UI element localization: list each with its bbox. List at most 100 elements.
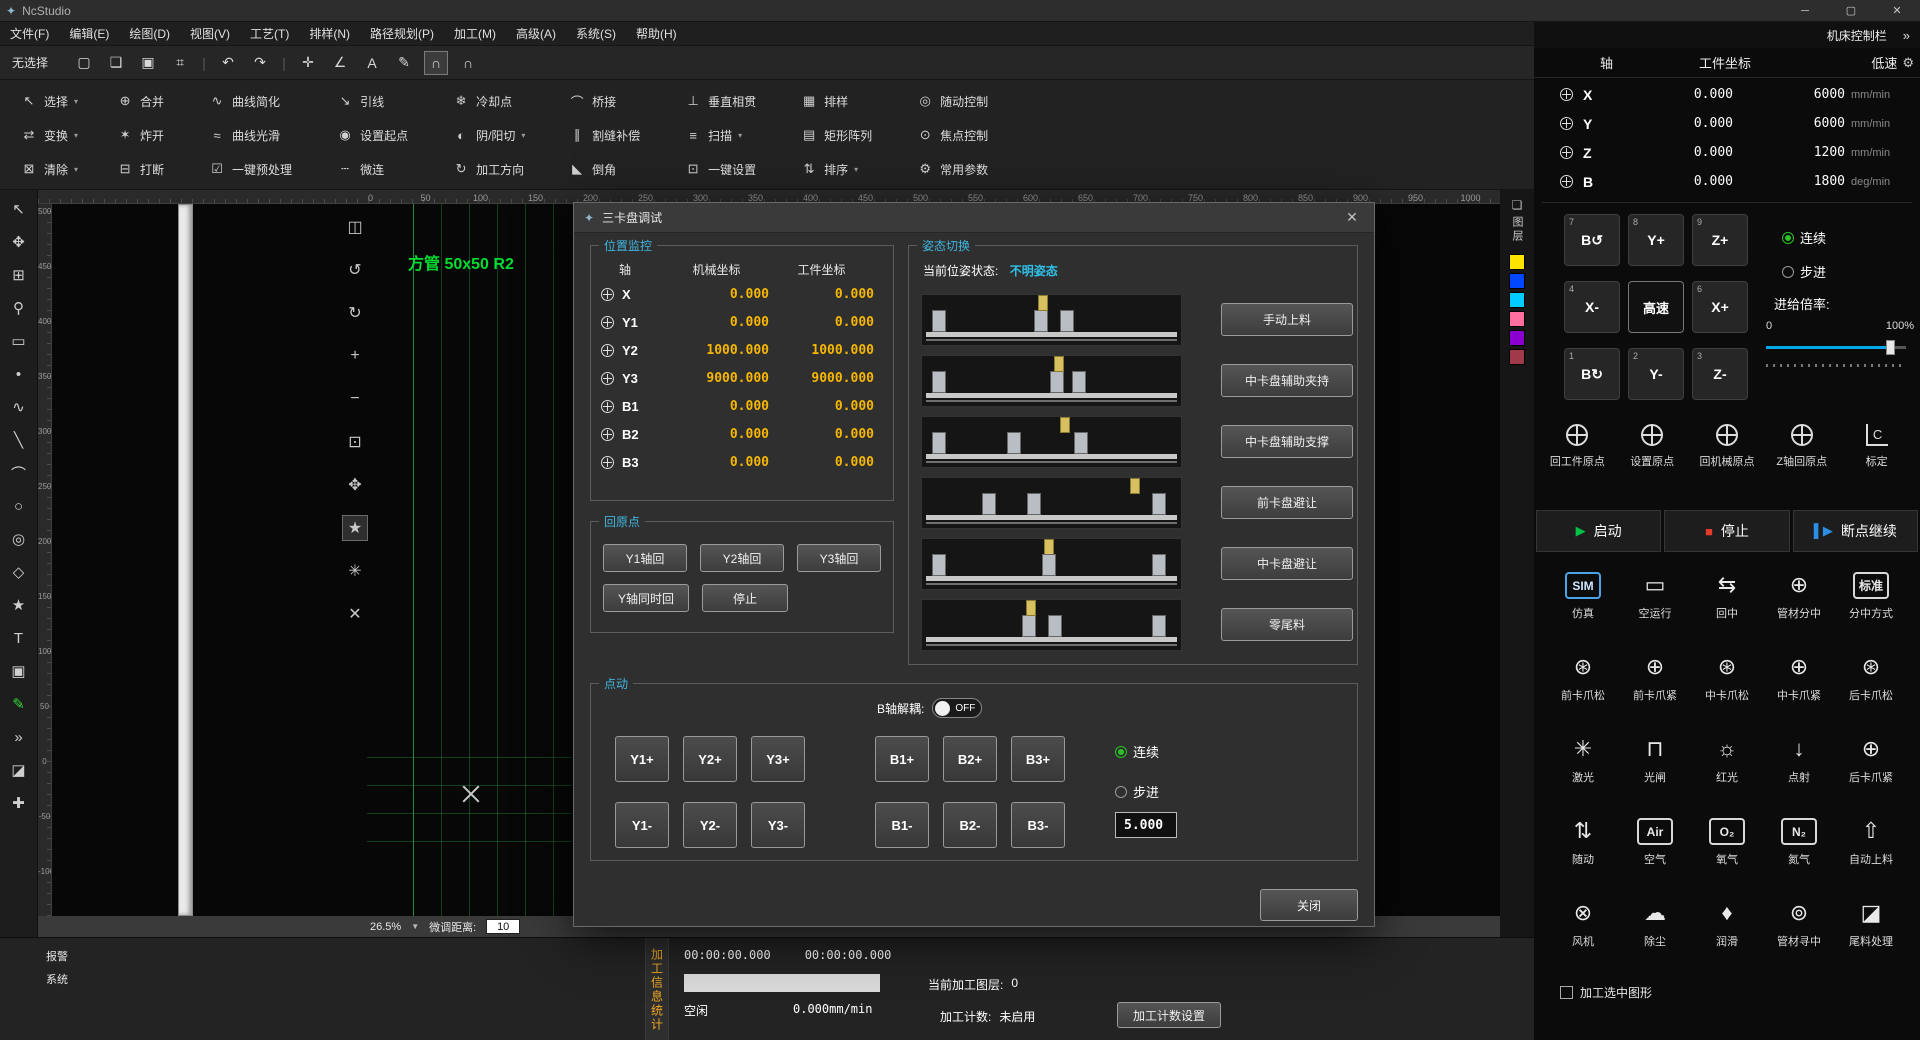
jog-x-minus-button[interactable]: 4 X- [1564, 281, 1620, 333]
simulate-button[interactable]: SIM 仿真 [1547, 560, 1619, 642]
jog-x-plus-button[interactable]: 6 X+ [1692, 281, 1748, 333]
auto-load-button[interactable]: ⇧ 自动上料 [1835, 806, 1907, 888]
measure-angle-icon[interactable]: ∠ [328, 51, 352, 75]
arc-tool-icon[interactable]: ∩ [456, 51, 480, 75]
zoom-in-icon[interactable]: + [342, 343, 368, 369]
lead-line[interactable]: ↘ 引线 [332, 84, 418, 118]
separator[interactable]: | [200, 51, 208, 75]
layer-swatch[interactable] [1509, 292, 1525, 308]
tube-centering-button[interactable]: ⊕ 管材分中 [1763, 560, 1835, 642]
tube-find-center-button[interactable]: ⊚ 管材寻中 [1763, 888, 1835, 970]
redo-icon[interactable]: ↷ [248, 51, 272, 75]
fit-view-icon[interactable]: ⊡ [342, 429, 368, 455]
point-tool-icon[interactable]: • [4, 359, 34, 389]
dialog-titlebar[interactable]: ✦ 三卡盘调试 ✕ [574, 203, 1374, 233]
step-distance-input[interactable]: 5.000 [1115, 812, 1177, 838]
layer-swatch[interactable] [1509, 349, 1525, 365]
mid-jaw-loose-button[interactable]: ⊛ 中卡爪松 [1691, 642, 1763, 724]
bridge[interactable]: ⌒ 桥接 [564, 84, 650, 118]
jog-highspeed-button[interactable]: 高速 [1628, 281, 1684, 333]
maximize-button[interactable]: ▢ [1828, 0, 1874, 22]
menu-item[interactable]: 文件(F) [0, 22, 59, 46]
air-button[interactable]: Air 空气 [1619, 806, 1691, 888]
text-tool-icon[interactable]: T [4, 623, 34, 653]
rotate-ccw-icon[interactable]: ↺ [342, 257, 368, 283]
dialog-jog-button[interactable]: B2+ [943, 736, 997, 782]
menu-item[interactable]: 排样(N) [299, 22, 360, 46]
menu-item[interactable]: 路径规划(P) [360, 22, 444, 46]
close-button[interactable]: ✕ [1874, 0, 1920, 22]
calibrate-button[interactable]: C 标定 [1839, 424, 1914, 469]
start-button[interactable]: ▶ 启动 [1536, 510, 1661, 552]
import-icon[interactable]: ⌗ [168, 51, 192, 75]
radio-icon[interactable] [1115, 746, 1127, 758]
menu-item[interactable]: 高级(A) [506, 22, 566, 46]
front-jaw-loose-button[interactable]: ⊛ 前卡爪松 [1547, 642, 1619, 724]
cooling-point[interactable]: ❄ 冷却点 [448, 84, 534, 118]
yin-yang-cut[interactable]: ◐ 阴/阳切 ▾ [448, 118, 534, 152]
jog-z-plus-button[interactable]: 9 Z+ [1692, 214, 1748, 266]
stop-button[interactable]: ■ 停止 [1664, 510, 1789, 552]
transform[interactable]: ⇄ 变换 ▾ [16, 118, 82, 152]
slider-handle[interactable] [1886, 340, 1895, 355]
jog-b-cw-button[interactable]: 1 B↻ [1564, 348, 1620, 400]
homing-button[interactable]: Y1轴回 [603, 544, 687, 572]
dialog-mode-step-radio[interactable]: 步进 [1115, 782, 1159, 801]
speed-mode[interactable]: 低速 ⚙ [1871, 53, 1914, 72]
rear-jaw-tight-button[interactable]: ⊕ 后卡爪紧 [1835, 724, 1907, 806]
menu-item[interactable]: 绘图(D) [119, 22, 180, 46]
explode[interactable]: ✶ 炸开 [112, 118, 174, 152]
nitrogen-button[interactable]: N₂ 氮气 [1763, 806, 1835, 888]
one-key-preprocess[interactable]: ☑ 一键预处理 [204, 152, 302, 186]
front-jaw-tight-button[interactable]: ⊕ 前卡爪紧 [1619, 642, 1691, 724]
tail-handling-button[interactable]: ◪ 尾料处理 [1835, 888, 1907, 970]
mode-continuous-radio[interactable]: 连续 [1782, 228, 1826, 247]
layer-swatch[interactable] [1509, 273, 1525, 289]
dialog-jog-button[interactable]: Y1+ [615, 736, 669, 782]
lubricate-button[interactable]: ♦ 润滑 [1691, 888, 1763, 970]
undo-icon[interactable]: ↶ [216, 51, 240, 75]
dialog-jog-button[interactable]: Y2+ [683, 736, 737, 782]
dialog-close-icon[interactable]: ✕ [1340, 209, 1364, 226]
spline-tool-icon[interactable]: ∿ [4, 392, 34, 422]
dry-run-button[interactable]: ▭ 空运行 [1619, 560, 1691, 642]
jog-b-ccw-button[interactable]: 7 B↺ [1564, 214, 1620, 266]
gear-icon[interactable]: ⚙ [1902, 55, 1914, 71]
menu-item[interactable]: 工艺(T) [240, 22, 299, 46]
curve-smooth[interactable]: ≈ 曲线光滑 [204, 118, 302, 152]
fill-tool-icon[interactable]: ◪ [4, 755, 34, 785]
dialog-close-button[interactable]: 关闭 [1260, 889, 1358, 921]
jog-y-minus-button[interactable]: 2 Y- [1628, 348, 1684, 400]
follow-control[interactable]: ◎ 随动控制 [912, 84, 998, 118]
clear[interactable]: ⊠ 清除 ▾ [16, 152, 82, 186]
rotate-cw-icon[interactable]: ↻ [342, 300, 368, 326]
red-light-button[interactable]: ☼ 红光 [1691, 724, 1763, 806]
zoom-tool-icon[interactable]: ⚲ [4, 293, 34, 323]
sort[interactable]: ⇅ 排序 ▾ [796, 152, 882, 186]
oxygen-button[interactable]: O₂ 氧气 [1691, 806, 1763, 888]
add-tool-icon[interactable]: ✚ [4, 788, 34, 818]
set-start-point[interactable]: ◉ 设置起点 [332, 118, 418, 152]
layer-swatch[interactable] [1509, 330, 1525, 346]
centering-mode-button[interactable]: 标准 分中方式 [1835, 560, 1907, 642]
menu-item[interactable]: 帮助(H) [626, 22, 687, 46]
image-tool-icon[interactable]: ▣ [4, 656, 34, 686]
homing-button[interactable]: Y3轴回 [797, 544, 881, 572]
collapse-panel-icon[interactable]: » [1903, 28, 1910, 43]
dialog-jog-button[interactable]: Y2- [683, 802, 737, 848]
manual-load-button[interactable]: 手动上料 [1221, 303, 1353, 336]
mid-chuck-assist-clamp-button[interactable]: 中卡盘辅助夹持 [1221, 364, 1353, 397]
flow-tool-icon[interactable]: » [4, 722, 34, 752]
menu-item[interactable]: 加工(M) [444, 22, 506, 46]
polygon-tool-icon[interactable]: ◇ [4, 557, 34, 587]
favorite-view-icon[interactable]: ★ [342, 515, 368, 541]
highlight-pen-icon[interactable]: ✎ [4, 689, 34, 719]
menu-item[interactable]: 系统(S) [566, 22, 626, 46]
mid-chuck-avoid-button[interactable]: 中卡盘避让 [1221, 547, 1353, 580]
home-z-axis-button[interactable]: Z轴回原点 [1764, 424, 1839, 469]
zoom-level[interactable]: 26.5% [370, 921, 401, 933]
jog-y-plus-button[interactable]: 8 Y+ [1628, 214, 1684, 266]
vertical-intersect[interactable]: ⊥ 垂直相贯 [680, 84, 766, 118]
layer-swatch[interactable] [1509, 254, 1525, 270]
rect-array[interactable]: ▤ 矩形阵列 [796, 118, 882, 152]
